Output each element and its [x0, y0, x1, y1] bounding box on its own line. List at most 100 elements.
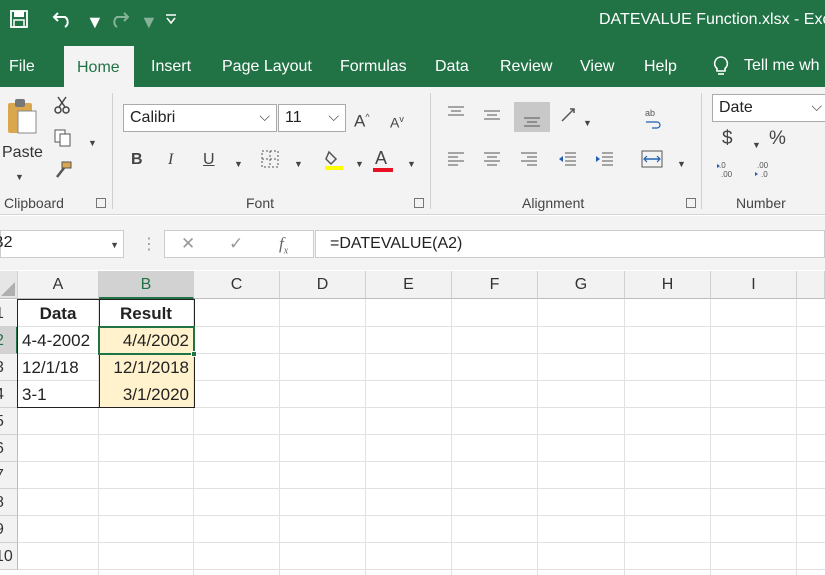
font-color-dropdown-icon[interactable]: ▼: [407, 154, 416, 174]
gridline: [18, 434, 825, 435]
merge-dropdown-icon[interactable]: ▼: [677, 154, 686, 174]
tab-help[interactable]: Help: [644, 58, 677, 76]
cell-b4[interactable]: 3/1/2020: [99, 381, 193, 408]
underline-button[interactable]: U: [203, 150, 215, 170]
cell-b2[interactable]: 4/4/2002: [99, 327, 193, 354]
select-all-corner[interactable]: [0, 271, 18, 299]
cell-a3[interactable]: 12/1/18: [18, 354, 98, 381]
column-header-a[interactable]: A: [18, 271, 99, 299]
column-header-c[interactable]: C: [194, 271, 280, 299]
row-header-5[interactable]: 5: [0, 408, 18, 435]
percent-button[interactable]: %: [769, 129, 786, 149]
column-header-b[interactable]: B: [99, 271, 194, 299]
paste-icon[interactable]: [4, 97, 38, 141]
font-color-icon[interactable]: A: [373, 148, 393, 172]
tab-data[interactable]: Data: [435, 58, 469, 76]
undo-icon[interactable]: [52, 10, 74, 34]
column-header-g[interactable]: G: [538, 271, 625, 299]
copy-icon[interactable]: [54, 129, 72, 153]
row-header-9[interactable]: 9: [0, 516, 18, 543]
fill-color-icon[interactable]: [324, 148, 344, 176]
align-top-icon[interactable]: [447, 105, 465, 125]
cell-a2[interactable]: 4-4-2002: [18, 327, 98, 354]
tell-me-search[interactable]: Tell me wh: [712, 55, 820, 77]
tab-review[interactable]: Review: [500, 58, 552, 76]
shrink-font-icon[interactable]: Av: [390, 109, 404, 133]
row-header-2[interactable]: 2: [0, 327, 18, 354]
font-name-select[interactable]: Calibri ⌵: [123, 104, 277, 132]
clipboard-launcher-icon[interactable]: [96, 198, 106, 208]
align-middle-icon[interactable]: [483, 107, 501, 127]
align-bottom-icon[interactable]: [514, 102, 550, 132]
fill-color-dropdown-icon[interactable]: ▼: [355, 154, 364, 174]
row-header-3[interactable]: 3: [0, 354, 18, 381]
format-painter-icon[interactable]: [54, 161, 72, 185]
row-header-6[interactable]: 6: [0, 435, 18, 462]
tab-page-layout[interactable]: Page Layout: [222, 58, 312, 76]
number-format-select[interactable]: Date ⌵: [712, 94, 825, 122]
tab-insert[interactable]: Insert: [151, 58, 191, 76]
save-icon[interactable]: [10, 10, 28, 34]
decrease-indent-icon[interactable]: [557, 151, 577, 173]
column-header-h[interactable]: H: [625, 271, 711, 299]
tab-file[interactable]: File: [9, 58, 35, 76]
enter-icon[interactable]: ✓: [229, 234, 243, 254]
paste-dropdown-icon[interactable]: ▼: [15, 167, 24, 187]
currency-dropdown-icon[interactable]: ▼: [752, 135, 761, 155]
increase-indent-icon[interactable]: [594, 151, 614, 173]
font-name-value: Calibri: [130, 109, 176, 126]
name-box[interactable]: B2 ▼: [0, 230, 124, 258]
paste-button-label[interactable]: Paste: [2, 143, 43, 163]
cell-a1[interactable]: Data: [18, 300, 98, 327]
row-header-10[interactable]: 10: [0, 543, 18, 570]
tab-view[interactable]: View: [580, 58, 614, 76]
copy-dropdown-icon[interactable]: ▼: [88, 133, 97, 153]
cancel-icon[interactable]: ✕: [181, 234, 195, 254]
orientation-dropdown-icon[interactable]: ▼: [583, 113, 592, 133]
cell-a4[interactable]: 3-1: [18, 381, 98, 408]
column-header-d[interactable]: D: [280, 271, 366, 299]
column-header-i[interactable]: I: [711, 271, 797, 299]
wrap-text-icon[interactable]: ab: [644, 107, 662, 135]
insert-function-icon[interactable]: fx: [279, 234, 288, 261]
increase-decimal-icon[interactable]: .0.00: [716, 161, 738, 185]
gridline: [451, 299, 452, 575]
tab-home[interactable]: Home: [64, 46, 134, 87]
cell-b1[interactable]: Result: [99, 300, 193, 327]
column-header-f[interactable]: F: [452, 271, 538, 299]
italic-button[interactable]: I: [168, 150, 173, 170]
customize-toolbar-icon[interactable]: [164, 8, 178, 32]
column-header-e[interactable]: E: [366, 271, 452, 299]
underline-dropdown-icon[interactable]: ▼: [234, 154, 243, 174]
cell-b3[interactable]: 12/1/2018: [99, 354, 193, 381]
row-header-1[interactable]: 1: [0, 300, 18, 327]
borders-icon[interactable]: [261, 150, 279, 174]
font-launcher-icon[interactable]: [414, 198, 424, 208]
undo-dropdown-icon[interactable]: ▼: [86, 10, 104, 34]
row-header-4[interactable]: 4: [0, 381, 18, 408]
name-box-dropdown-icon[interactable]: ▼: [110, 240, 119, 250]
cut-icon[interactable]: [54, 95, 70, 121]
formula-input[interactable]: =DATEVALUE(A2): [315, 230, 825, 258]
row-header-8[interactable]: 8: [0, 489, 18, 516]
font-size-select[interactable]: 11 ⌵: [278, 104, 346, 132]
grow-font-icon[interactable]: A^: [354, 107, 370, 132]
align-center-icon[interactable]: [483, 151, 501, 173]
align-right-icon[interactable]: [520, 151, 538, 173]
alignment-launcher-icon[interactable]: [686, 198, 696, 208]
bold-button[interactable]: B: [131, 150, 143, 170]
align-left-icon[interactable]: [447, 151, 465, 173]
orientation-icon[interactable]: [560, 107, 578, 129]
currency-button[interactable]: $: [722, 129, 733, 149]
borders-dropdown-icon[interactable]: ▼: [294, 154, 303, 174]
ribbon-separator: [701, 93, 702, 209]
redo-dropdown-icon[interactable]: ▼: [140, 10, 158, 34]
fill-handle[interactable]: [191, 351, 197, 357]
redo-icon[interactable]: [108, 10, 130, 34]
row-header-7[interactable]: 7: [0, 462, 18, 489]
ribbon-separator: [430, 93, 431, 209]
tab-formulas[interactable]: Formulas: [340, 58, 407, 76]
worksheet-grid[interactable]: ABCDEFGHI 12345678910 DataResult4-4-20024/…: [0, 271, 825, 575]
merge-center-icon[interactable]: [641, 150, 663, 174]
decrease-decimal-icon[interactable]: .00.0: [754, 161, 776, 185]
